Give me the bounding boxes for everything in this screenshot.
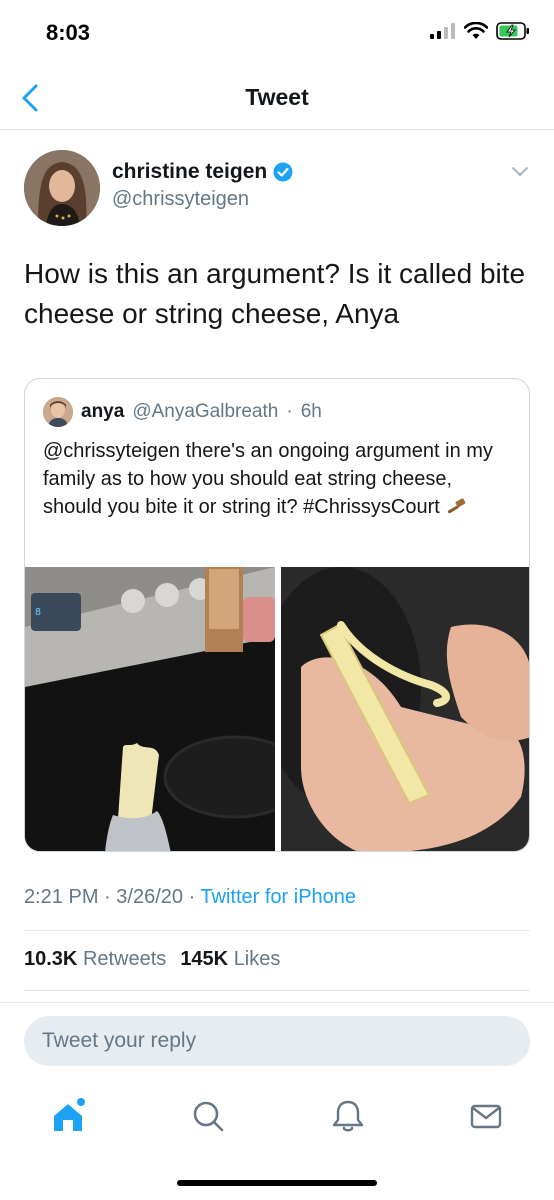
dot-separator: · [286, 401, 293, 422]
verified-badge-icon [273, 162, 293, 182]
divider [0, 1002, 554, 1003]
quoted-author-name: anya [81, 401, 125, 422]
media-image-bitten-cheese[interactable]: 8 [25, 567, 275, 851]
home-indicator [177, 1180, 377, 1186]
quoted-tweet-age: 6h [300, 401, 322, 422]
battery-charging-icon [496, 22, 529, 40]
likes-stat[interactable]: 145K Likes [180, 948, 280, 971]
author-name-text: christine teigen [112, 160, 268, 183]
dot-separator: · [188, 886, 201, 908]
messages-icon[interactable] [466, 1096, 506, 1136]
retweets-stat[interactable]: 10.3K Retweets [24, 948, 166, 971]
divider [24, 930, 530, 931]
home-icon[interactable] [48, 1096, 88, 1136]
quoted-tweet-media: 8 [25, 567, 529, 851]
reply-input[interactable]: Tweet your reply [24, 1016, 530, 1066]
tweet-text: How is this an argument? Is it called bi… [24, 258, 526, 329]
dot-separator: · [104, 886, 117, 908]
status-bar: 8:03 [0, 0, 554, 66]
search-icon[interactable] [188, 1096, 228, 1136]
reply-placeholder: Tweet your reply [42, 1029, 197, 1052]
media-image-stringed-cheese[interactable] [281, 567, 529, 851]
gavel-emoji-icon [448, 498, 466, 514]
quoted-tweet-header: anya @AnyaGalbreath · 6h [43, 397, 322, 427]
nav-bar: Tweet [0, 66, 554, 130]
quoted-author-avatar [43, 397, 73, 427]
tweet-time: 2:21 PM [24, 886, 99, 908]
status-time: 8:03 [46, 20, 91, 45]
retweets-count: 10.3K [24, 948, 78, 970]
author-handle[interactable]: @chrissyteigen [112, 188, 249, 211]
likes-label: Likes [233, 948, 281, 970]
quoted-tweet-card[interactable]: anya @AnyaGalbreath · 6h @chrissyteigen … [24, 378, 530, 852]
page-title: Tweet [245, 84, 309, 110]
author-name[interactable]: christine teigen [112, 160, 293, 184]
notifications-icon[interactable] [328, 1096, 368, 1136]
author-avatar[interactable] [24, 150, 100, 226]
retweets-label: Retweets [82, 948, 167, 970]
tab-bar [0, 1082, 554, 1152]
cellular-signal-icon [430, 23, 455, 39]
svg-text:8: 8 [35, 607, 41, 618]
tweet-header: christine teigen @chrissyteigen [24, 150, 530, 226]
tweet-stats: 10.3K Retweets 145K Likes [24, 948, 280, 971]
tweet-source-link[interactable]: Twitter for iPhone [200, 886, 356, 908]
status-icons [430, 22, 530, 40]
tweet-meta: 2:21 PM · 3/26/20 · Twitter for iPhone [24, 886, 356, 909]
divider [24, 990, 530, 991]
chevron-down-icon[interactable] [510, 164, 530, 180]
quoted-tweet-text: @chrissyteigen there's an ongoing argume… [43, 437, 513, 521]
wifi-icon [464, 22, 488, 39]
quoted-tweet-text-content: @chrissyteigen there's an ongoing argume… [43, 440, 493, 518]
likes-count: 145K [180, 948, 229, 970]
quoted-author-handle: @AnyaGalbreath [132, 401, 279, 422]
tweet-date: 3/26/20 [116, 886, 183, 908]
